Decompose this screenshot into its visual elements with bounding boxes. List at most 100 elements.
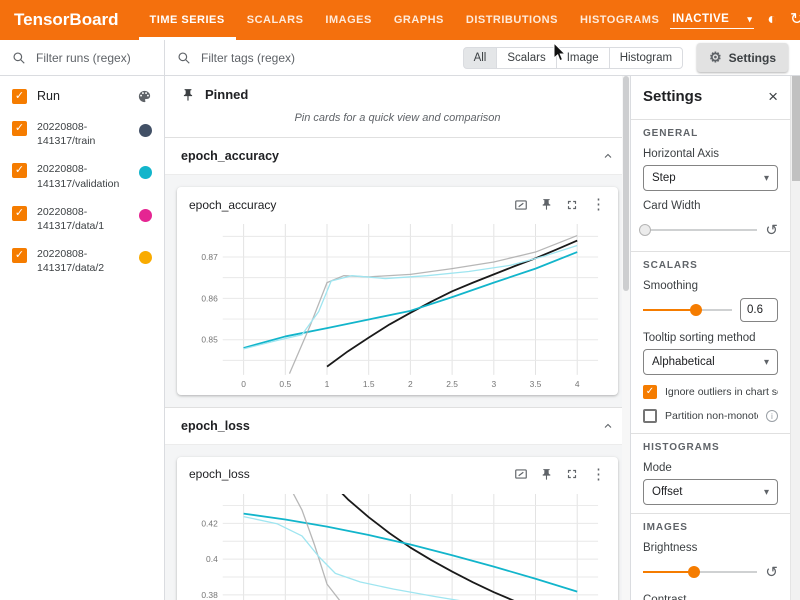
histogram-mode-value: Offset bbox=[652, 486, 682, 498]
reset-icon[interactable]: ↺ bbox=[765, 223, 778, 238]
svg-text:0.4: 0.4 bbox=[206, 554, 218, 564]
tab-distributions[interactable]: DISTRIBUTIONS bbox=[455, 0, 569, 40]
cards-scroll-area: Pinned Pin cards for a quick view and co… bbox=[165, 76, 630, 600]
scalar-card-epoch-loss: epoch_loss ⋮ 00.511.522.533.540.360.380.… bbox=[177, 457, 618, 600]
section-header-epoch-loss[interactable]: epoch_loss bbox=[165, 408, 630, 445]
run-color-dot bbox=[139, 166, 152, 179]
divider bbox=[631, 119, 790, 120]
reload-status-dropdown[interactable]: INACTIVE ▾ bbox=[670, 11, 754, 29]
slider-thumb[interactable] bbox=[639, 224, 651, 236]
scrollbar-thumb[interactable] bbox=[623, 76, 629, 291]
run-checkbox[interactable]: ✓ bbox=[12, 121, 27, 136]
filter-chip-all[interactable]: All bbox=[463, 47, 498, 69]
gear-icon: ⚙ bbox=[709, 49, 722, 66]
tab-label: TIME SERIES bbox=[150, 14, 225, 26]
epoch-accuracy-chart[interactable]: 00.511.522.533.540.850.860.87 bbox=[187, 216, 608, 393]
tab-label: IMAGES bbox=[325, 14, 371, 26]
card-actions: ⋮ bbox=[514, 467, 606, 482]
svg-text:0.87: 0.87 bbox=[201, 252, 218, 262]
tab-label: GRAPHS bbox=[394, 14, 444, 26]
settings-button[interactable]: ⚙ Settings bbox=[697, 43, 788, 72]
run-checkbox[interactable]: ✓ bbox=[12, 163, 27, 178]
select-all-runs-checkbox[interactable]: ✓ bbox=[12, 89, 27, 104]
runs-sidebar: ✓ Run ✓ 20220808-141317/train ✓ 20220808… bbox=[0, 40, 165, 600]
chevron-up-icon[interactable] bbox=[602, 150, 614, 162]
run-checkbox[interactable]: ✓ bbox=[12, 206, 27, 221]
card-header: epoch_accuracy ⋮ bbox=[187, 195, 608, 216]
run-filter-input[interactable] bbox=[34, 50, 152, 66]
chevron-down-icon: ▾ bbox=[764, 173, 769, 184]
run-checkbox[interactable]: ✓ bbox=[12, 248, 27, 263]
tab-histograms[interactable]: HISTOGRAMS bbox=[569, 0, 670, 40]
partition-x-axis-label: Partition non-monotonic X axis bbox=[665, 410, 758, 422]
reset-icon[interactable]: ↺ bbox=[765, 565, 778, 580]
close-icon[interactable]: × bbox=[768, 88, 778, 105]
slider-thumb[interactable] bbox=[688, 566, 700, 578]
section-title: epoch_loss bbox=[181, 419, 250, 433]
pin-card-icon[interactable] bbox=[540, 198, 553, 211]
ignore-outliers-label: Ignore outliers in chart scaling bbox=[665, 386, 778, 398]
palette-icon[interactable] bbox=[137, 89, 152, 104]
run-row[interactable]: ✓ 20220808-141317/validation bbox=[0, 155, 164, 197]
tab-images[interactable]: IMAGES bbox=[314, 0, 382, 40]
status-label: INACTIVE bbox=[672, 13, 729, 25]
horizontal-axis-select[interactable]: Step ▾ bbox=[643, 165, 778, 191]
run-row[interactable]: ✓ 20220808-141317/train bbox=[0, 113, 164, 155]
run-row[interactable]: ✓ 20220808-141317/data/1 bbox=[0, 198, 164, 240]
svg-text:0.42: 0.42 bbox=[201, 518, 218, 528]
more-options-icon[interactable]: ⋮ bbox=[591, 467, 606, 482]
filter-chip-scalars[interactable]: Scalars bbox=[496, 47, 556, 69]
contrast-theme-icon[interactable]: ◐ bbox=[767, 12, 777, 28]
tab-scalars[interactable]: SCALARS bbox=[236, 0, 315, 40]
app-header: TensorBoard TIME SERIES SCALARS IMAGES G… bbox=[0, 0, 800, 40]
fit-chart-icon[interactable] bbox=[514, 198, 528, 212]
run-label: 20220808-141317/data/1 bbox=[37, 205, 129, 233]
fit-chart-icon[interactable] bbox=[514, 467, 528, 481]
brightness-label: Brightness bbox=[643, 542, 778, 554]
main-and-panel: Pinned Pin cards for a quick view and co… bbox=[165, 76, 800, 600]
brightness-slider[interactable] bbox=[643, 565, 757, 579]
search-icon bbox=[12, 51, 26, 65]
main-scrollbar[interactable] bbox=[622, 76, 630, 600]
settings-section-scalars: SCALARS bbox=[643, 260, 778, 271]
info-icon[interactable]: i bbox=[766, 410, 778, 422]
scrollbar-thumb[interactable] bbox=[792, 76, 800, 181]
filter-chip-histogram[interactable]: Histogram bbox=[609, 47, 683, 69]
tooltip-sorting-select[interactable]: Alphabetical ▾ bbox=[643, 349, 778, 375]
search-icon bbox=[177, 51, 191, 65]
smoothing-value-input[interactable] bbox=[740, 298, 778, 322]
content-area: ✓ Run ✓ 20220808-141317/train ✓ 20220808… bbox=[0, 40, 800, 600]
tag-filter-input[interactable] bbox=[199, 50, 455, 66]
tab-graphs[interactable]: GRAPHS bbox=[383, 0, 455, 40]
refresh-icon[interactable]: ↻ bbox=[790, 12, 800, 28]
partition-x-axis-checkbox[interactable] bbox=[643, 409, 657, 423]
section-title: epoch_accuracy bbox=[181, 149, 279, 163]
fullscreen-icon[interactable] bbox=[565, 467, 579, 481]
run-filter-row bbox=[0, 40, 164, 76]
tab-label: HISTOGRAMS bbox=[580, 14, 659, 26]
smoothing-slider[interactable] bbox=[643, 303, 732, 317]
tab-time-series[interactable]: TIME SERIES bbox=[139, 0, 236, 40]
slider-thumb[interactable] bbox=[690, 304, 702, 316]
epoch-loss-chart[interactable]: 00.511.522.533.540.360.380.40.42 bbox=[187, 486, 608, 600]
settings-section-general: GENERAL bbox=[643, 128, 778, 139]
chevron-up-icon[interactable] bbox=[602, 420, 614, 432]
filter-chip-image[interactable]: Image bbox=[556, 47, 610, 69]
card-width-label: Card Width bbox=[643, 200, 778, 212]
fullscreen-icon[interactable] bbox=[565, 198, 579, 212]
tab-label: SCALARS bbox=[247, 14, 304, 26]
tag-type-chip-group: All Scalars Image Histogram bbox=[463, 47, 684, 69]
ignore-outliers-checkbox[interactable]: ✓ bbox=[643, 385, 657, 399]
card-width-slider[interactable] bbox=[643, 223, 757, 237]
runs-list-header: ✓ Run bbox=[0, 76, 164, 113]
section-header-epoch-accuracy[interactable]: epoch_accuracy bbox=[165, 138, 630, 175]
svg-text:0.86: 0.86 bbox=[201, 293, 218, 303]
svg-text:0: 0 bbox=[241, 379, 246, 389]
page-scrollbar[interactable] bbox=[790, 76, 800, 600]
run-row[interactable]: ✓ 20220808-141317/data/2 bbox=[0, 240, 164, 282]
svg-text:0.85: 0.85 bbox=[201, 335, 218, 345]
more-options-icon[interactable]: ⋮ bbox=[591, 197, 606, 212]
tensorboard-app: TensorBoard TIME SERIES SCALARS IMAGES G… bbox=[0, 0, 800, 600]
pin-card-icon[interactable] bbox=[540, 468, 553, 481]
histogram-mode-select[interactable]: Offset ▾ bbox=[643, 479, 778, 505]
